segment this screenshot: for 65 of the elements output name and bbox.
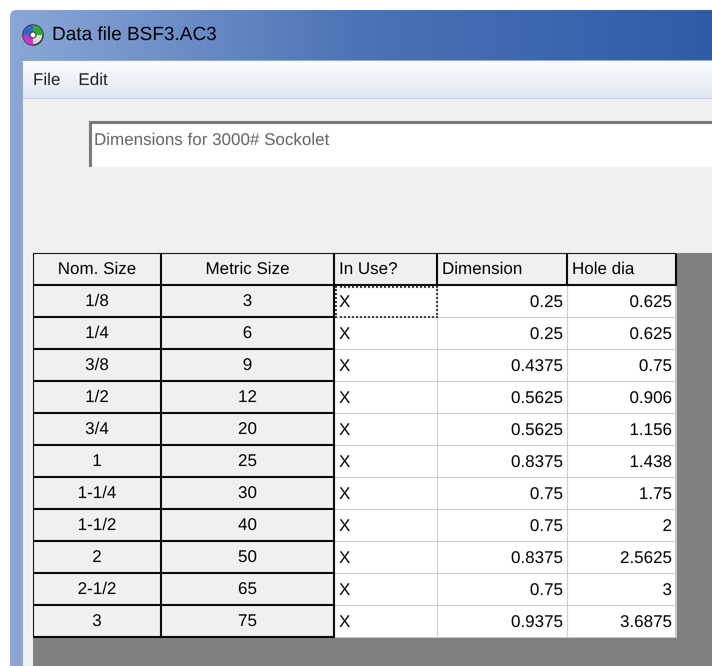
table-cell[interactable]: X [335, 382, 438, 414]
table-cell[interactable]: 0.906 [568, 382, 677, 414]
table-cell[interactable]: X [335, 478, 438, 510]
table-cell[interactable]: 3 [568, 574, 677, 606]
row-header[interactable]: 2 [34, 542, 162, 574]
table-cell[interactable]: X [335, 606, 438, 638]
row-header[interactable]: 75 [162, 606, 335, 638]
table-cell[interactable]: 0.75 [568, 350, 677, 382]
description-field[interactable]: Dimensions for 3000# Sockolet [89, 121, 712, 167]
row-header[interactable]: 50 [162, 542, 335, 574]
menu-item[interactable]: Edit [76, 66, 110, 92]
table-cell[interactable]: 1.438 [568, 446, 677, 478]
row-header[interactable]: 1/4 [34, 318, 162, 350]
table-cell[interactable]: 3.6875 [568, 606, 677, 638]
row-header[interactable]: 9 [162, 350, 335, 382]
table-cell[interactable]: X [335, 574, 438, 606]
table-cell[interactable]: 1.75 [568, 478, 677, 510]
row-header[interactable]: 12 [162, 382, 335, 414]
row-header[interactable]: 3 [34, 606, 162, 638]
row-header[interactable]: 1/2 [34, 382, 162, 414]
row-header[interactable]: 3/4 [34, 414, 162, 446]
table-cell[interactable]: 0.625 [568, 318, 677, 350]
row-header[interactable]: 40 [162, 510, 335, 542]
table-cell[interactable]: 0.25 [438, 318, 568, 350]
menu-item[interactable]: File [31, 66, 62, 92]
table-cell[interactable]: 0.4375 [438, 350, 568, 382]
table-cell[interactable]: 0.5625 [438, 382, 568, 414]
row-header[interactable]: 25 [162, 446, 335, 478]
column-header[interactable]: Metric Size [162, 254, 335, 286]
column-header[interactable]: In Use? [335, 254, 438, 286]
table-cell[interactable]: 0.8375 [438, 542, 568, 574]
table-cell[interactable]: X [335, 542, 438, 574]
row-header[interactable]: 30 [162, 478, 335, 510]
table-cell[interactable]: 0.25 [438, 286, 568, 318]
table-cell[interactable]: 0.5625 [438, 414, 568, 446]
table-cell[interactable]: 0.9375 [438, 606, 568, 638]
table-cell[interactable]: X [335, 414, 438, 446]
table-cell[interactable]: 1.156 [568, 414, 677, 446]
table-cell[interactable]: 0.75 [438, 478, 568, 510]
column-header[interactable]: Hole dia [568, 254, 677, 286]
table-cell[interactable]: X [335, 446, 438, 478]
row-header[interactable]: 20 [162, 414, 335, 446]
row-header[interactable]: 65 [162, 574, 335, 606]
row-header[interactable]: 2-1/2 [34, 574, 162, 606]
column-header[interactable]: Dimension [438, 254, 568, 286]
row-header[interactable]: 3/8 [34, 350, 162, 382]
table-cell[interactable]: 0.75 [438, 510, 568, 542]
table-cell[interactable]: 0.625 [568, 286, 677, 318]
table-cell[interactable]: 2 [568, 510, 677, 542]
row-header[interactable]: 1 [34, 446, 162, 478]
table-cell[interactable]: X [335, 510, 438, 542]
table-cell[interactable]: X [335, 318, 438, 350]
row-header[interactable]: 6 [162, 318, 335, 350]
disc-icon [22, 24, 44, 46]
table-cell[interactable]: 0.8375 [438, 446, 568, 478]
row-header[interactable]: 1-1/2 [34, 510, 162, 542]
column-header[interactable]: Nom. Size [34, 254, 162, 286]
table-cell[interactable]: X [335, 286, 438, 318]
row-header[interactable]: 1/8 [34, 286, 162, 318]
table-cell[interactable]: 0.75 [438, 574, 568, 606]
row-header[interactable]: 1-1/4 [34, 478, 162, 510]
table-cell[interactable]: X [335, 350, 438, 382]
window-title: Data file BSF3.AC3 [52, 22, 217, 47]
table-cell[interactable]: 2.5625 [568, 542, 677, 574]
row-header[interactable]: 3 [162, 286, 335, 318]
